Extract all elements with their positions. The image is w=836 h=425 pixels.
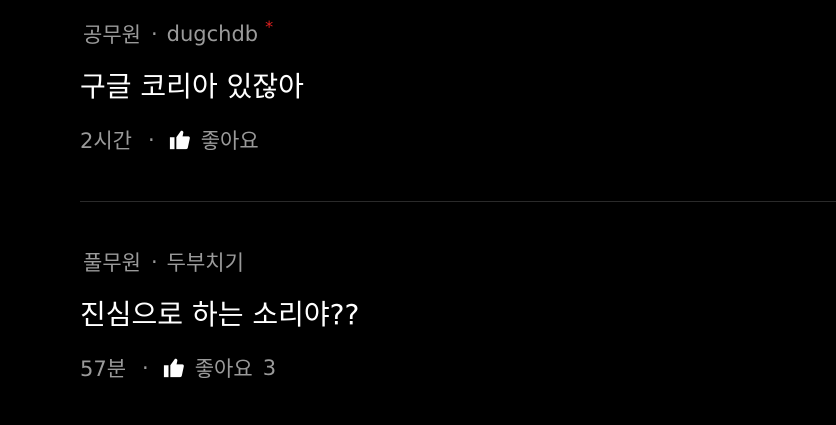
like-button[interactable]: 좋아요 — [169, 125, 259, 155]
author-rank: 풀무원 — [83, 251, 141, 275]
comment-text: 진심으로 하는 소리야?? — [80, 298, 360, 331]
comment-item: 공무원 · dugchdb * 구글 코리아 있잖아 2시간 · 좋아요 — [80, 16, 836, 156]
comment-time: 2시간 — [80, 129, 133, 153]
comment-text: 구글 코리아 있잖아 — [80, 70, 304, 103]
thumbs-up-icon — [163, 358, 184, 378]
comment-item: 풀무원 · 두부치기 진심으로 하는 소리야?? 57분 · 좋아요 3 — [80, 244, 836, 384]
author-marker: * — [265, 16, 274, 36]
separator-dot: · — [142, 356, 149, 380]
author-name[interactable]: 두부치기 — [167, 247, 244, 277]
thumbs-up-icon — [169, 130, 190, 150]
comment-actions: 2시간 · 좋아요 — [80, 124, 836, 156]
comment-meta: 풀무원 · 두부치기 — [83, 244, 836, 280]
separator-dot: · — [150, 250, 158, 274]
comment-time: 57분 — [80, 357, 127, 381]
author-rank: 공무원 — [83, 23, 141, 47]
like-label: 좋아요 — [194, 357, 253, 381]
comment-divider — [80, 201, 836, 202]
like-label: 좋아요 — [200, 129, 259, 153]
separator-dot: · — [150, 22, 158, 46]
comment-actions: 57분 · 좋아요 3 — [80, 352, 836, 384]
like-button[interactable]: 좋아요 3 — [163, 353, 276, 383]
like-count: 3 — [262, 356, 277, 380]
comment-meta: 공무원 · dugchdb * — [83, 16, 836, 52]
author-name[interactable]: dugchdb — [167, 22, 259, 46]
separator-dot: · — [148, 128, 155, 152]
